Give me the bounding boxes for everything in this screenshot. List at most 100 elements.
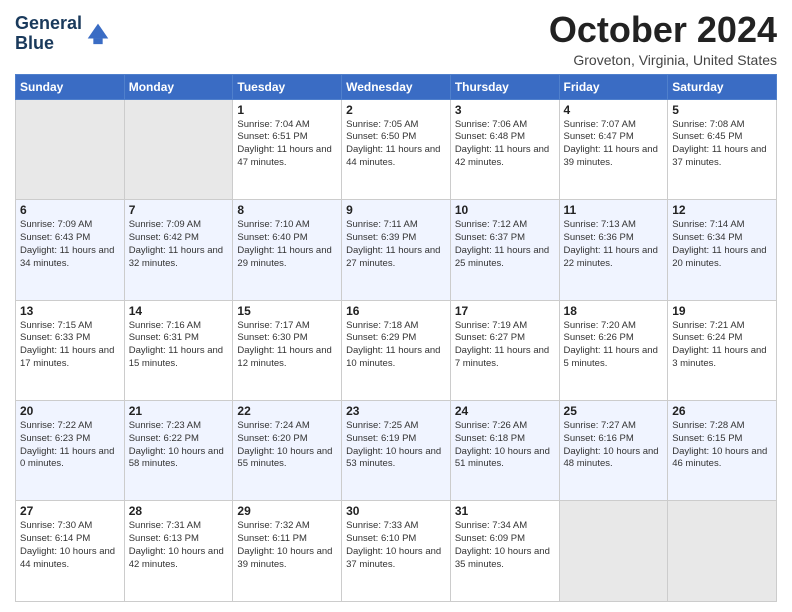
day-number: 9 bbox=[346, 203, 446, 217]
day-info: Sunrise: 7:16 AM Sunset: 6:31 PM Dayligh… bbox=[129, 320, 229, 371]
day-info: Sunrise: 7:27 AM Sunset: 6:16 PM Dayligh… bbox=[564, 420, 664, 471]
day-number: 26 bbox=[672, 404, 772, 418]
weekday-header: Friday bbox=[559, 74, 668, 99]
day-info: Sunrise: 7:10 AM Sunset: 6:40 PM Dayligh… bbox=[237, 219, 337, 270]
calendar-cell: 22Sunrise: 7:24 AM Sunset: 6:20 PM Dayli… bbox=[233, 401, 342, 501]
day-number: 1 bbox=[237, 103, 337, 117]
day-number: 27 bbox=[20, 504, 120, 518]
day-number: 31 bbox=[455, 504, 555, 518]
day-info: Sunrise: 7:32 AM Sunset: 6:11 PM Dayligh… bbox=[237, 520, 337, 571]
calendar-cell: 2Sunrise: 7:05 AM Sunset: 6:50 PM Daylig… bbox=[342, 99, 451, 199]
calendar-cell: 11 Sunrise: 7:13 AM Sunset: 6:36 PM Dayli… bbox=[559, 200, 668, 300]
calendar-cell: 26 Sunrise: 7:28 AM Sunset: 6:15 PM Dayli… bbox=[668, 401, 777, 501]
day-info: Sunrise: 7:05 AM Sunset: 6:50 PM Dayligh… bbox=[346, 119, 446, 170]
weekday-header: Tuesday bbox=[233, 74, 342, 99]
day-info: Sunrise: 7:06 AM Sunset: 6:48 PM Dayligh… bbox=[455, 119, 555, 170]
day-info: Sunrise: 7:04 AM Sunset: 6:51 PM Dayligh… bbox=[237, 119, 337, 170]
calendar-cell bbox=[668, 501, 777, 602]
logo: GeneralBlue bbox=[15, 14, 112, 54]
day-info: Sunrise: 7:21 AM Sunset: 6:24 PM Dayligh… bbox=[672, 320, 772, 371]
calendar-cell: 1 Sunrise: 7:04 AM Sunset: 6:51 PM Daylig… bbox=[233, 99, 342, 199]
calendar-cell bbox=[559, 501, 668, 602]
calendar-cell: 19 Sunrise: 7:21 AM Sunset: 6:24 PM Dayli… bbox=[668, 300, 777, 400]
day-number: 19 bbox=[672, 304, 772, 318]
page: GeneralBlue October 2024 Groveton, Virgi… bbox=[0, 0, 792, 612]
calendar-cell: 18 Sunrise: 7:20 AM Sunset: 6:26 PM Dayli… bbox=[559, 300, 668, 400]
day-number: 25 bbox=[564, 404, 664, 418]
day-info: Sunrise: 7:09 AM Sunset: 6:43 PM Dayligh… bbox=[20, 219, 120, 270]
day-number: 10 bbox=[455, 203, 555, 217]
header: GeneralBlue October 2024 Groveton, Virgi… bbox=[15, 10, 777, 68]
weekday-header: Wednesday bbox=[342, 74, 451, 99]
day-info: Sunrise: 7:31 AM Sunset: 6:13 PM Dayligh… bbox=[129, 520, 229, 571]
day-number: 15 bbox=[237, 304, 337, 318]
calendar-cell: 16 Sunrise: 7:18 AM Sunset: 6:29 PM Dayli… bbox=[342, 300, 451, 400]
day-number: 21 bbox=[129, 404, 229, 418]
day-info: Sunrise: 7:17 AM Sunset: 6:30 PM Dayligh… bbox=[237, 320, 337, 371]
calendar-cell: 7 Sunrise: 7:09 AM Sunset: 6:42 PM Daylig… bbox=[124, 200, 233, 300]
day-number: 24 bbox=[455, 404, 555, 418]
day-info: Sunrise: 7:13 AM Sunset: 6:36 PM Dayligh… bbox=[564, 219, 664, 270]
day-number: 14 bbox=[129, 304, 229, 318]
weekday-header: Thursday bbox=[450, 74, 559, 99]
calendar-cell: 14 Sunrise: 7:16 AM Sunset: 6:31 PM Dayli… bbox=[124, 300, 233, 400]
day-number: 20 bbox=[20, 404, 120, 418]
day-number: 7 bbox=[129, 203, 229, 217]
day-number: 5 bbox=[672, 103, 772, 117]
calendar-cell: 27 Sunrise: 7:30 AM Sunset: 6:14 PM Dayli… bbox=[16, 501, 125, 602]
day-number: 23 bbox=[346, 404, 446, 418]
calendar-cell: 31 Sunrise: 7:34 AM Sunset: 6:09 PM Dayli… bbox=[450, 501, 559, 602]
calendar-cell bbox=[124, 99, 233, 199]
weekday-header: Sunday bbox=[16, 74, 125, 99]
day-info: Sunrise: 7:25 AM Sunset: 6:19 PM Dayligh… bbox=[346, 420, 446, 471]
calendar-cell: 24 Sunrise: 7:26 AM Sunset: 6:18 PM Dayli… bbox=[450, 401, 559, 501]
day-info: Sunrise: 7:15 AM Sunset: 6:33 PM Dayligh… bbox=[20, 320, 120, 371]
calendar-cell: 4Sunrise: 7:07 AM Sunset: 6:47 PM Daylig… bbox=[559, 99, 668, 199]
day-number: 3 bbox=[455, 103, 555, 117]
day-number: 17 bbox=[455, 304, 555, 318]
calendar-header-row: SundayMondayTuesdayWednesdayThursdayFrid… bbox=[16, 74, 777, 99]
calendar-cell: 29Sunrise: 7:32 AM Sunset: 6:11 PM Dayli… bbox=[233, 501, 342, 602]
month-title: October 2024 bbox=[549, 10, 777, 50]
day-info: Sunrise: 7:07 AM Sunset: 6:47 PM Dayligh… bbox=[564, 119, 664, 170]
day-number: 12 bbox=[672, 203, 772, 217]
weekday-header: Monday bbox=[124, 74, 233, 99]
day-info: Sunrise: 7:11 AM Sunset: 6:39 PM Dayligh… bbox=[346, 219, 446, 270]
calendar-cell: 9 Sunrise: 7:11 AM Sunset: 6:39 PM Daylig… bbox=[342, 200, 451, 300]
calendar-cell: 21 Sunrise: 7:23 AM Sunset: 6:22 PM Dayli… bbox=[124, 401, 233, 501]
day-number: 11 bbox=[564, 203, 664, 217]
day-info: Sunrise: 7:34 AM Sunset: 6:09 PM Dayligh… bbox=[455, 520, 555, 571]
calendar-cell: 17 Sunrise: 7:19 AM Sunset: 6:27 PM Dayli… bbox=[450, 300, 559, 400]
calendar-cell: 5 Sunrise: 7:08 AM Sunset: 6:45 PM Daylig… bbox=[668, 99, 777, 199]
calendar-cell: 25 Sunrise: 7:27 AM Sunset: 6:16 PM Dayli… bbox=[559, 401, 668, 501]
day-info: Sunrise: 7:20 AM Sunset: 6:26 PM Dayligh… bbox=[564, 320, 664, 371]
day-info: Sunrise: 7:09 AM Sunset: 6:42 PM Dayligh… bbox=[129, 219, 229, 270]
day-number: 13 bbox=[20, 304, 120, 318]
calendar-cell: 28 Sunrise: 7:31 AM Sunset: 6:13 PM Dayli… bbox=[124, 501, 233, 602]
day-info: Sunrise: 7:26 AM Sunset: 6:18 PM Dayligh… bbox=[455, 420, 555, 471]
logo-icon bbox=[84, 18, 112, 46]
day-info: Sunrise: 7:19 AM Sunset: 6:27 PM Dayligh… bbox=[455, 320, 555, 371]
day-info: Sunrise: 7:12 AM Sunset: 6:37 PM Dayligh… bbox=[455, 219, 555, 270]
location: Groveton, Virginia, United States bbox=[549, 52, 777, 68]
calendar-cell: 3 Sunrise: 7:06 AM Sunset: 6:48 PM Daylig… bbox=[450, 99, 559, 199]
day-info: Sunrise: 7:08 AM Sunset: 6:45 PM Dayligh… bbox=[672, 119, 772, 170]
day-info: Sunrise: 7:33 AM Sunset: 6:10 PM Dayligh… bbox=[346, 520, 446, 571]
day-info: Sunrise: 7:18 AM Sunset: 6:29 PM Dayligh… bbox=[346, 320, 446, 371]
calendar-cell: 23 Sunrise: 7:25 AM Sunset: 6:19 PM Dayli… bbox=[342, 401, 451, 501]
calendar-cell: 20Sunrise: 7:22 AM Sunset: 6:23 PM Dayli… bbox=[16, 401, 125, 501]
day-number: 28 bbox=[129, 504, 229, 518]
day-info: Sunrise: 7:28 AM Sunset: 6:15 PM Dayligh… bbox=[672, 420, 772, 471]
title-area: October 2024 Groveton, Virginia, United … bbox=[549, 10, 777, 68]
weekday-header: Saturday bbox=[668, 74, 777, 99]
day-info: Sunrise: 7:23 AM Sunset: 6:22 PM Dayligh… bbox=[129, 420, 229, 471]
calendar-cell: 12Sunrise: 7:14 AM Sunset: 6:34 PM Dayli… bbox=[668, 200, 777, 300]
calendar-cell: 13 Sunrise: 7:15 AM Sunset: 6:33 PM Dayli… bbox=[16, 300, 125, 400]
day-number: 18 bbox=[564, 304, 664, 318]
day-number: 30 bbox=[346, 504, 446, 518]
day-number: 22 bbox=[237, 404, 337, 418]
day-info: Sunrise: 7:30 AM Sunset: 6:14 PM Dayligh… bbox=[20, 520, 120, 571]
calendar-cell: 10 Sunrise: 7:12 AM Sunset: 6:37 PM Dayli… bbox=[450, 200, 559, 300]
calendar-table: SundayMondayTuesdayWednesdayThursdayFrid… bbox=[15, 74, 777, 602]
day-number: 16 bbox=[346, 304, 446, 318]
